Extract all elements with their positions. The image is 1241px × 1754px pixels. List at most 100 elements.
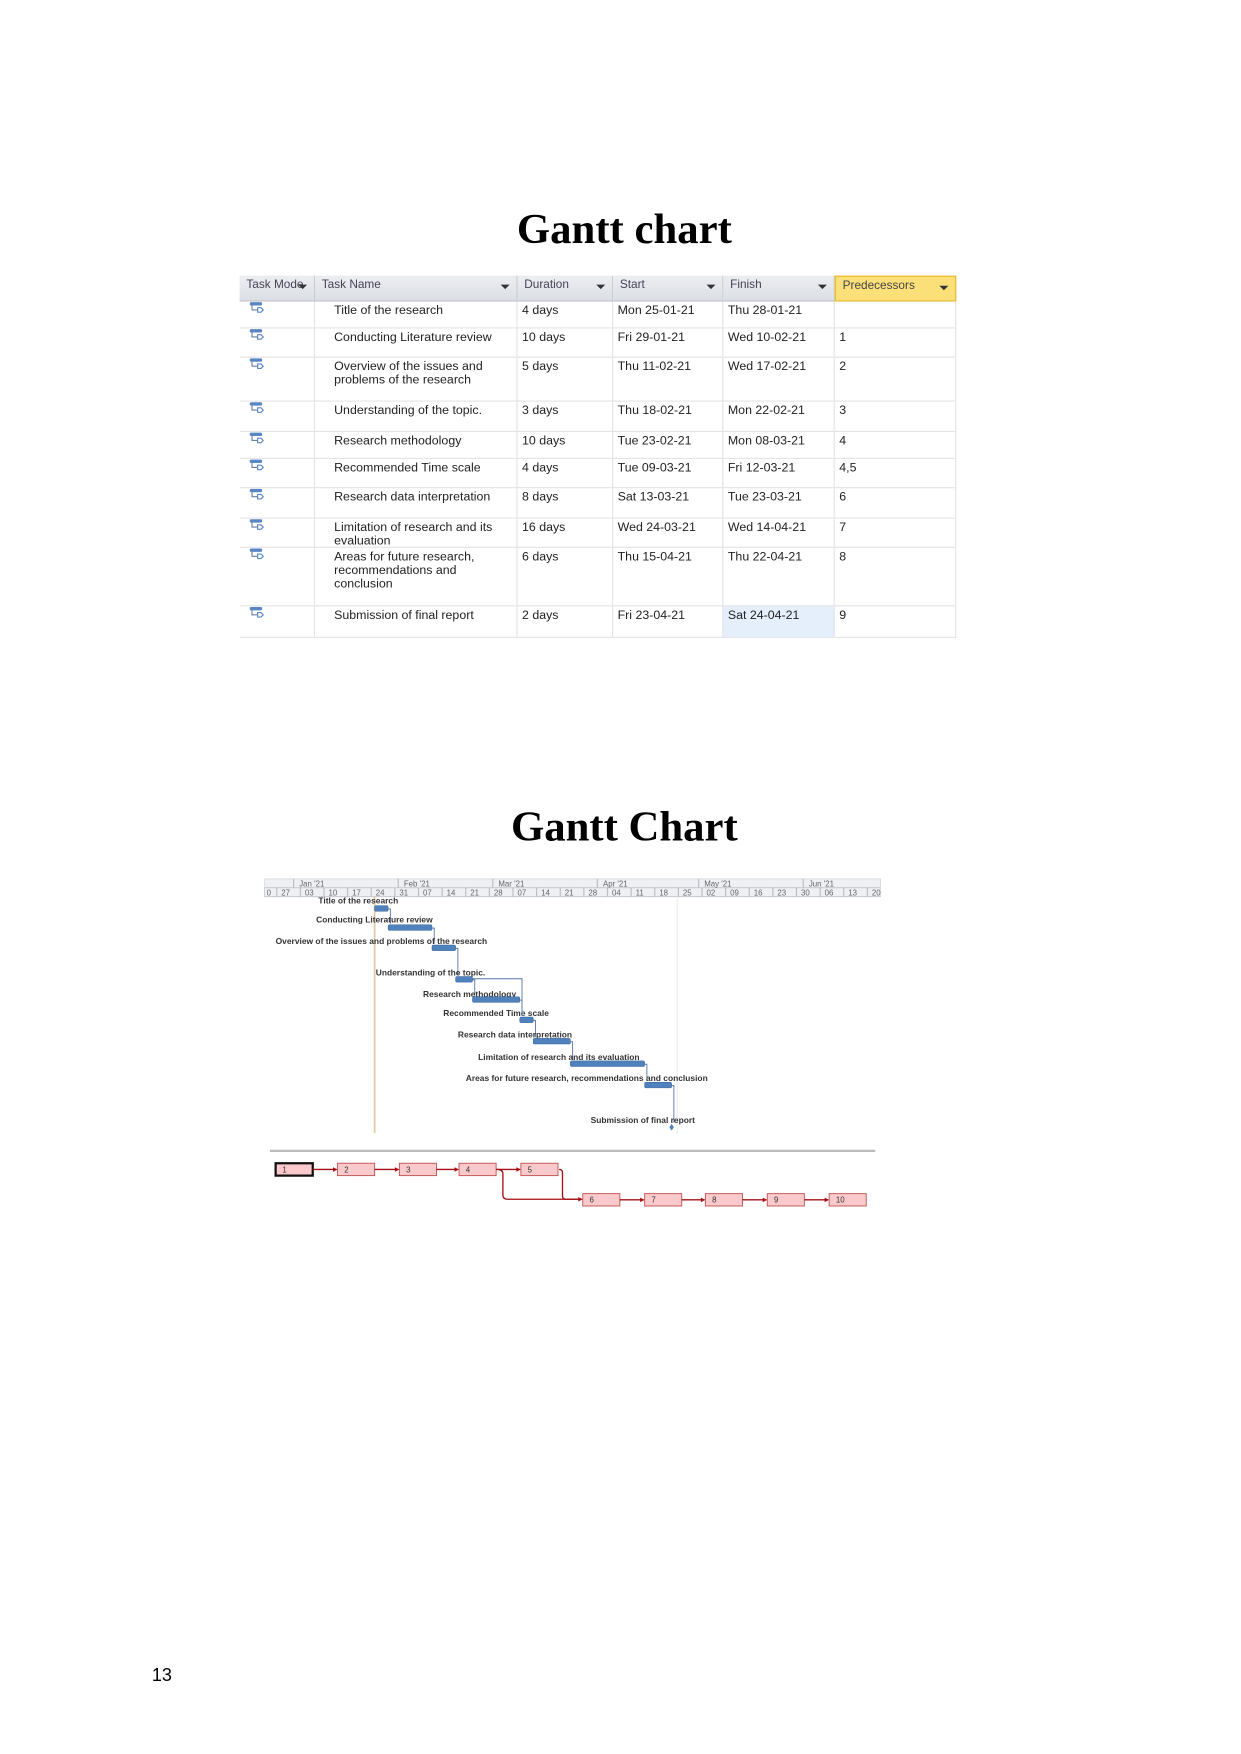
week-tick-label: 11 bbox=[636, 889, 644, 898]
network-link bbox=[559, 1168, 582, 1200]
finish-cell: Tue 23-03-21 bbox=[723, 488, 835, 518]
task-name-cell: Understanding of the topic. bbox=[315, 401, 518, 431]
week-tick-label: 07 bbox=[518, 889, 527, 898]
table-row[interactable]: Research methodology 10 days Tue 23-02-21 M… bbox=[239, 432, 957, 459]
gantt-chart-image: Jan '21 Feb '21 Mar '21 Apr '21 May '21 Jun '… bbox=[264, 878, 881, 1207]
column-header-label: Task Mode bbox=[246, 277, 304, 292]
week-tick-label: 21 bbox=[565, 889, 574, 898]
predecessors-cell: 1 bbox=[835, 328, 957, 357]
month-label: Feb '21 bbox=[404, 880, 430, 889]
start-cell: Fri 29-01-21 bbox=[613, 328, 724, 357]
task-table: Task Mode Task Name Duration Start Finish Pre… bbox=[239, 275, 957, 642]
week-tick-label: 18 bbox=[659, 889, 668, 898]
auto-scheduled-task-icon bbox=[249, 329, 265, 340]
task-bar bbox=[532, 1038, 571, 1045]
column-header-label: Task Name bbox=[321, 277, 381, 292]
table-row[interactable]: Overview of the issues and problems of t… bbox=[239, 357, 957, 402]
arrow-icon bbox=[762, 1197, 768, 1203]
predecessors-cell: 4,5 bbox=[835, 459, 957, 488]
start-cell: Thu 18-02-21 bbox=[613, 401, 724, 431]
month-label: Apr '21 bbox=[603, 880, 628, 889]
duration-cell: 4 days bbox=[518, 459, 614, 488]
column-header-label: Predecessors bbox=[842, 279, 915, 293]
column-header-task-mode[interactable]: Task Mode bbox=[239, 275, 315, 302]
column-header-task-name[interactable]: Task Name bbox=[315, 275, 518, 302]
finish-cell: Wed 17-02-21 bbox=[723, 357, 835, 401]
finish-cell: Thu 22-04-21 bbox=[723, 547, 835, 606]
start-cell: Sat 13-03-21 bbox=[613, 488, 724, 518]
week-tick-label: 23 bbox=[777, 889, 786, 898]
predecessors-cell: 9 bbox=[835, 606, 957, 637]
dropdown-arrow-icon[interactable] bbox=[500, 284, 510, 290]
duration-cell: 3 days bbox=[518, 401, 614, 431]
column-header-label: Finish bbox=[730, 277, 762, 292]
task-bar-label: Limitation of research and its evaluatio… bbox=[478, 1052, 639, 1062]
week-tick-label: 04 bbox=[612, 889, 621, 898]
week-tick-label: 20 bbox=[872, 889, 881, 898]
dropdown-arrow-icon[interactable] bbox=[298, 284, 308, 290]
arrow-icon bbox=[333, 1167, 338, 1172]
auto-scheduled-task-icon bbox=[249, 459, 265, 471]
table-row[interactable]: Understanding of the topic. 3 days Thu 18-… bbox=[239, 401, 957, 432]
week-tick-label: 03 bbox=[305, 889, 314, 898]
task-bar bbox=[644, 1081, 672, 1089]
finish-cell: Thu 28-01-21 bbox=[723, 301, 835, 328]
task-mode-cell bbox=[240, 518, 315, 547]
dropdown-arrow-icon[interactable] bbox=[939, 285, 949, 291]
network-node bbox=[337, 1162, 376, 1177]
table-row[interactable]: Title of the research 4 days Mon 25-01-21 T… bbox=[239, 301, 957, 329]
predecessors-cell: 4 bbox=[835, 432, 957, 458]
column-header-finish[interactable]: Finish bbox=[723, 275, 835, 302]
network-node-label: 5 bbox=[528, 1165, 533, 1174]
column-header-duration[interactable]: Duration bbox=[517, 275, 614, 302]
task-bar-label: Areas for future research, recommendatio… bbox=[466, 1073, 708, 1083]
task-mode-cell bbox=[240, 547, 315, 606]
week-tick-label: 25 bbox=[683, 889, 692, 898]
table-row[interactable]: Recommended Time scale 4 days Tue 09-03-21… bbox=[239, 459, 957, 489]
week-tick-label: 09 bbox=[730, 889, 739, 898]
task-name-cell: Recommended Time scale bbox=[315, 459, 518, 488]
duration-cell: 10 days bbox=[518, 432, 614, 458]
week-tick-label: 14 bbox=[541, 889, 550, 898]
week-tick-label: 21 bbox=[470, 889, 479, 898]
auto-scheduled-task-icon bbox=[249, 432, 265, 444]
finish-cell: Mon 22-02-21 bbox=[723, 401, 835, 431]
arrow-icon bbox=[454, 1167, 459, 1172]
column-header-start[interactable]: Start bbox=[613, 275, 724, 302]
duration-cell: 5 days bbox=[518, 357, 614, 401]
column-header-predecessors[interactable]: Predecessors bbox=[834, 275, 957, 302]
dropdown-arrow-icon[interactable] bbox=[817, 284, 827, 290]
start-cell: Thu 11-02-21 bbox=[613, 357, 724, 401]
page-number: 13 bbox=[151, 1666, 172, 1686]
month-label: Jan '21 bbox=[299, 880, 324, 889]
predecessors-cell: 2 bbox=[835, 357, 957, 401]
network-node-label: 3 bbox=[406, 1165, 411, 1174]
task-mode-cell bbox=[240, 357, 315, 401]
task-mode-cell bbox=[240, 606, 315, 637]
task-bar bbox=[455, 976, 473, 983]
task-mode-cell bbox=[240, 432, 315, 458]
arrow-icon bbox=[578, 1197, 583, 1202]
week-tick-label: 07 bbox=[423, 889, 432, 898]
table-row[interactable]: Conducting Literature review 10 days Fri 2… bbox=[239, 328, 957, 358]
predecessors-cell: 8 bbox=[835, 547, 957, 606]
dropdown-arrow-icon[interactable] bbox=[706, 284, 716, 290]
auto-scheduled-task-icon bbox=[249, 402, 265, 413]
network-node bbox=[520, 1162, 559, 1177]
month-label: Mar '21 bbox=[498, 880, 524, 889]
column-header-label: Duration bbox=[524, 277, 569, 292]
table-row[interactable]: Submission of final report 2 days Fri 23-0… bbox=[239, 606, 957, 638]
dropdown-arrow-icon[interactable] bbox=[596, 284, 606, 290]
week-tick-label: 27 bbox=[281, 889, 290, 898]
network-node-label: 9 bbox=[774, 1196, 778, 1205]
table-row[interactable]: Limitation of research and its evaluatio… bbox=[239, 518, 957, 548]
auto-scheduled-task-icon bbox=[249, 548, 265, 560]
table-row[interactable]: Research data interpretation 8 days Sat 13… bbox=[239, 488, 957, 519]
week-tick-label: 16 bbox=[754, 889, 763, 898]
table-row[interactable]: Areas for future research, recommendatio… bbox=[239, 547, 957, 607]
task-name-cell: Areas for future research, recommendatio… bbox=[315, 547, 518, 606]
start-cell: Tue 09-03-21 bbox=[613, 459, 724, 488]
task-name-cell: Title of the research bbox=[315, 301, 518, 328]
auto-scheduled-task-icon bbox=[249, 488, 265, 500]
network-node bbox=[704, 1193, 743, 1207]
